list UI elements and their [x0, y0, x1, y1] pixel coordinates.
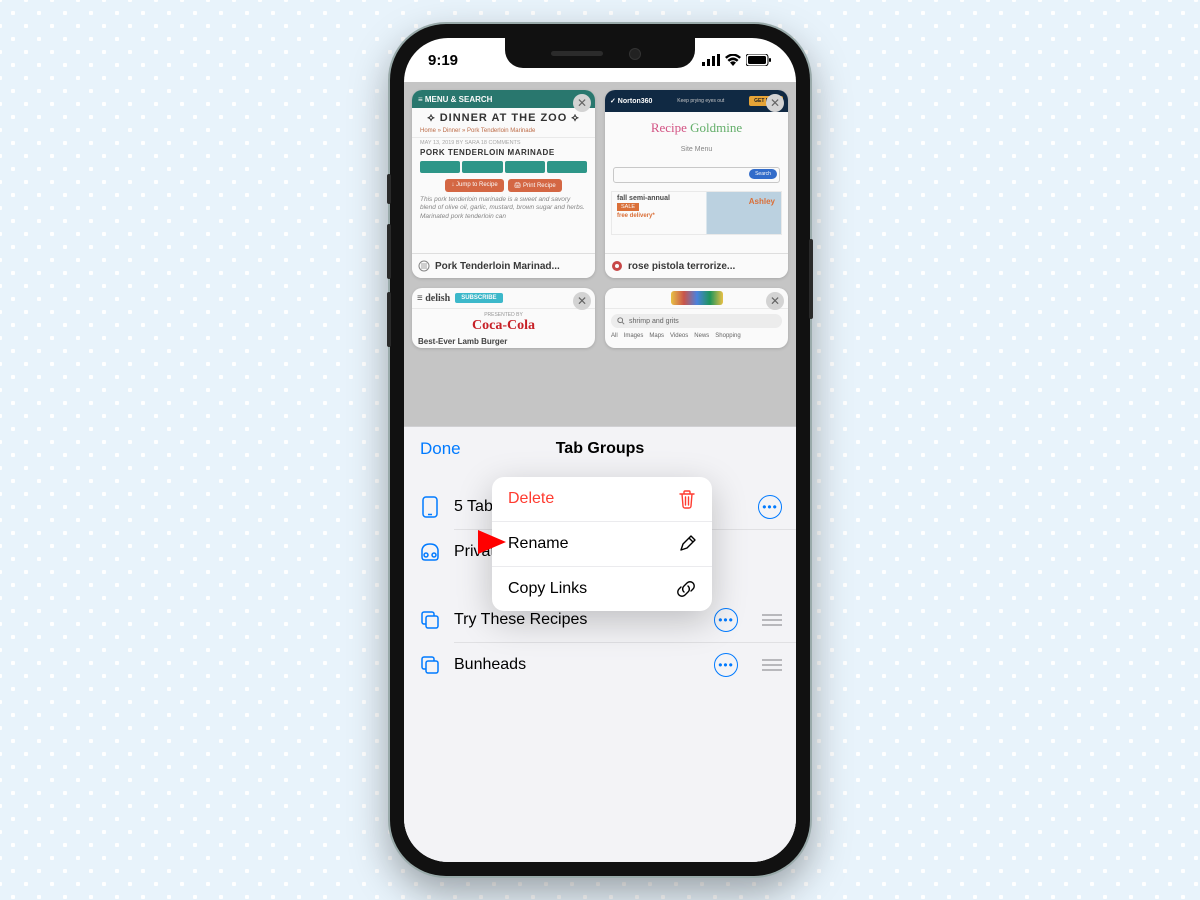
site-logo: Recipe Goldmine [605, 120, 788, 136]
sponsor-logo: Coca-Cola [412, 318, 595, 334]
close-tab-button[interactable]: ✕ [573, 292, 591, 310]
close-tab-button[interactable]: ✕ [766, 94, 784, 112]
tab-card[interactable]: ✕ ≡ delish SUBSCRIBE PRESENTED BY Coca-C… [412, 288, 595, 348]
site-menu-label: Site Menu [605, 146, 788, 153]
site-logo: ⟡ DINNER AT THE ZOO ⟡ [412, 112, 595, 125]
wifi-icon [725, 54, 741, 66]
google-doodle [605, 288, 788, 309]
battery-icon [746, 54, 772, 66]
tab-title: Pork Tenderloin Marinad... [435, 261, 560, 272]
status-time: 9:19 [428, 52, 458, 69]
private-icon [418, 542, 442, 562]
search-icon [617, 317, 625, 325]
pencil-icon [678, 535, 696, 553]
phone-frame: 9:19 ✕ ≡ MENU & SEARCH ⟡ DINNER AT THE Z… [390, 24, 810, 876]
link-icon [676, 580, 696, 598]
site-menu-bar: ≡ MENU & SEARCH [412, 90, 595, 108]
recipe-description: This pork tenderloin marinade is a sweet… [412, 196, 595, 221]
more-button[interactable]: ••• [714, 608, 738, 632]
favicon-icon [611, 260, 623, 272]
volume-down-button [387, 292, 391, 347]
mute-switch [387, 174, 391, 204]
context-menu: Delete Rename Copy Links [492, 477, 712, 611]
done-button[interactable]: Done [420, 439, 461, 459]
subscribe-button: SUBSCRIBE [455, 293, 502, 303]
sheet-title: Tab Groups [556, 440, 645, 458]
google-tabs: AllImagesMapsVideosNewsShopping [605, 333, 788, 339]
side-button [809, 239, 813, 319]
group-label: Bunheads [454, 656, 702, 674]
status-icons [702, 54, 772, 66]
tab-title: rose pistola terrorize... [628, 261, 735, 272]
more-button[interactable]: ••• [758, 495, 782, 519]
tab-group-icon [418, 655, 442, 675]
breadcrumb: Home » Dinner » Pork Tenderloin Marinade [412, 125, 595, 138]
article-title: Best-Ever Lamb Burger [412, 334, 595, 346]
tab-group-icon [418, 610, 442, 630]
menu-item-delete[interactable]: Delete [492, 477, 712, 521]
menu-item-rename[interactable]: Rename [492, 522, 712, 566]
menu-label: Rename [508, 535, 568, 553]
tab-card[interactable]: ✕ ✓ Norton360 Keep prying eyes out GET N… [605, 90, 788, 278]
social-buttons [412, 161, 595, 177]
menu-label: Delete [508, 490, 554, 508]
menu-label: Copy Links [508, 580, 587, 598]
tab-card[interactable]: ✕ ≡ MENU & SEARCH ⟡ DINNER AT THE ZOO ⟡ … [412, 90, 595, 278]
phone-screen: 9:19 ✕ ≡ MENU & SEARCH ⟡ DINNER AT THE Z… [404, 38, 796, 862]
menu-item-copy-links[interactable]: Copy Links [492, 567, 712, 611]
volume-up-button [387, 224, 391, 279]
reorder-handle[interactable] [762, 658, 782, 672]
close-tab-button[interactable]: ✕ [573, 94, 591, 112]
tab-group-row[interactable]: Bunheads ••• [404, 643, 796, 687]
recipe-action-buttons: ↓ Jump to Recipe🖨 Print Recipe [412, 177, 595, 196]
recipe-title: PORK TENDERLOIN MARINADE [412, 148, 595, 161]
tab-card[interactable]: ✕ shrimp and grits AllImagesMapsVideosNe… [605, 288, 788, 348]
ad-banner: fall semi-annual SALE free delivery* Ash… [611, 191, 782, 235]
close-tab-button[interactable]: ✕ [766, 292, 784, 310]
sheet-header: Done Tab Groups [404, 427, 796, 471]
search-input: Search [613, 167, 780, 183]
search-input: shrimp and grits [611, 314, 782, 328]
more-button[interactable]: ••• [714, 653, 738, 677]
ad-banner: ✓ Norton360 Keep prying eyes out GET NOW [605, 90, 788, 112]
cellular-icon [702, 54, 720, 66]
favicon-icon [418, 260, 430, 272]
site-logo: ≡ delish [417, 293, 450, 304]
page-background: 9:19 ✕ ≡ MENU & SEARCH ⟡ DINNER AT THE Z… [0, 0, 1200, 900]
device-icon [418, 496, 442, 518]
post-meta: MAY 13, 2019 BY SARA 18 COMMENTS [412, 138, 595, 148]
trash-icon [678, 489, 696, 509]
reorder-handle[interactable] [762, 613, 782, 627]
group-label: Try These Recipes [454, 611, 702, 629]
notch [505, 38, 695, 68]
tab-groups-sheet: Done Tab Groups 5 Tabs ••• [404, 426, 796, 862]
